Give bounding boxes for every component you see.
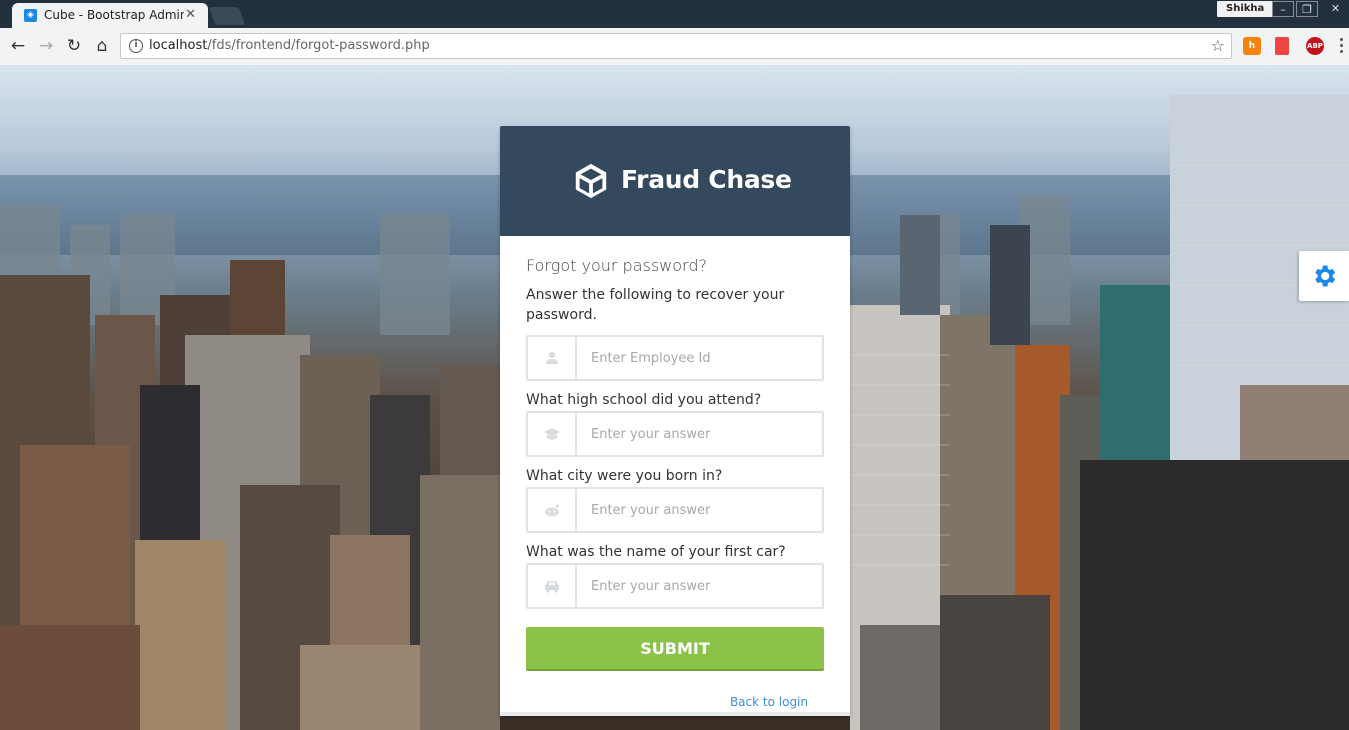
url-host: localhost — [149, 38, 208, 53]
browser-tab[interactable]: ◈ Cube - Bootstrap Admin ✕ — [12, 3, 208, 28]
address-bar[interactable]: i localhost/fds/frontend/forgot-password… — [120, 33, 1232, 59]
employee-id-addon — [528, 337, 577, 379]
employee-id-group — [526, 335, 824, 381]
birth-city-input[interactable] — [579, 489, 822, 531]
birth-city-addon — [528, 489, 577, 531]
reload-icon[interactable]: ↻ — [62, 34, 86, 58]
settings-toggle-button[interactable] — [1299, 251, 1349, 301]
new-tab-button[interactable] — [208, 7, 246, 25]
browser-toolbar: ← → ↻ ⌂ i localhost/fds/frontend/forgot-… — [0, 28, 1349, 65]
url-text[interactable]: localhost/fds/frontend/forgot-password.p… — [149, 38, 430, 53]
brand-name: Fraud Chase — [621, 165, 792, 194]
birth-city-group — [526, 487, 824, 533]
first-car-input[interactable] — [579, 565, 822, 607]
back-to-login-link[interactable]: Back to login — [730, 695, 808, 709]
submit-button[interactable]: SUBMIT — [526, 627, 824, 671]
first-car-addon — [528, 565, 577, 607]
first-car-group — [526, 563, 824, 609]
high-school-addon — [528, 413, 577, 455]
info-icon[interactable]: i — [129, 39, 143, 53]
question-first-car-label: What was the name of your first car? — [526, 544, 786, 560]
form-subtitle: Answer the following to recover your pas… — [526, 287, 785, 323]
url-path: /fds/frontend/forgot-password.php — [207, 38, 430, 53]
form-title: Forgot your password? — [526, 256, 707, 275]
tab-close-icon[interactable]: ✕ — [185, 7, 196, 22]
login-footer — [500, 712, 850, 716]
maximize-button[interactable]: ❐ — [1296, 1, 1318, 17]
adblock-icon[interactable]: ABP — [1306, 37, 1324, 55]
gear-icon — [1315, 265, 1336, 287]
profile-button[interactable]: Shikha — [1217, 1, 1274, 17]
browser-tab-strip: ◈ Cube - Bootstrap Admin ✕ Shikha – ❐ ✕ — [0, 0, 1349, 28]
bookmark-star-icon[interactable]: ☆ — [1211, 36, 1225, 55]
high-school-group — [526, 411, 824, 457]
user-icon — [545, 352, 558, 364]
window-close-button[interactable]: ✕ — [1322, 1, 1349, 17]
employee-id-input[interactable] — [579, 337, 822, 379]
back-arrow-icon[interactable]: ← — [6, 34, 30, 58]
browser-menu-icon[interactable] — [1340, 38, 1344, 54]
bookmark-icon[interactable] — [1275, 37, 1289, 55]
reddit-icon — [544, 504, 559, 517]
car-icon — [544, 581, 559, 593]
forgot-password-box: Fraud Chase Forgot your password? Answer… — [500, 126, 850, 716]
login-header: Fraud Chase — [500, 126, 850, 236]
tab-title: Cube - Bootstrap Admin — [44, 8, 184, 22]
cube-favicon-icon: ◈ — [24, 9, 37, 22]
minimize-button[interactable]: – — [1272, 1, 1294, 17]
question-high-school-label: What high school did you attend? — [526, 392, 762, 408]
question-birth-city-label: What city were you born in? — [526, 468, 723, 484]
graduation-cap-icon — [543, 428, 560, 440]
forward-arrow-icon[interactable]: → — [34, 34, 58, 58]
high-school-input[interactable] — [579, 413, 822, 455]
cube-logo-icon — [575, 163, 607, 199]
home-icon[interactable]: ⌂ — [90, 34, 114, 58]
hubspot-icon[interactable]: h — [1243, 37, 1261, 55]
